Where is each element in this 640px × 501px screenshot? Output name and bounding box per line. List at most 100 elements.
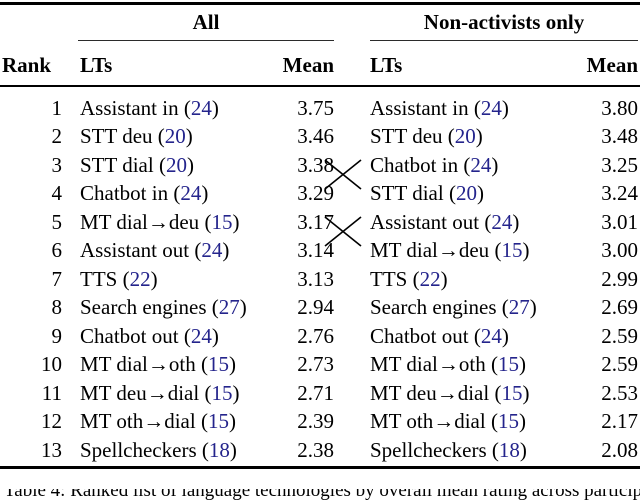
respondent-count: 24 (480, 95, 502, 120)
respondent-count: 24 (480, 323, 502, 348)
paren-close: ) (475, 124, 483, 148)
mean-value-all: 3.13 (297, 266, 334, 291)
paren-open: ( (501, 295, 509, 319)
table-bottom-rule (0, 466, 640, 469)
rank-value: 7 (51, 266, 63, 291)
rank-value: 2 (51, 124, 63, 148)
respondent-count: 22 (419, 266, 441, 291)
lt-label: MT dial→oth (80, 352, 201, 376)
lt-cell-all: MT dial→oth (15) (80, 350, 236, 379)
paren-close: ) (501, 95, 509, 120)
paren-open: ( (201, 437, 209, 462)
lt-label: Search engines (80, 295, 212, 319)
lt-cell-all: Assistant in (24) (80, 94, 219, 123)
lt-label: MT dial→deu (80, 209, 205, 234)
mean-value-non-activists: 2.17 (601, 409, 638, 433)
respondent-count: 24 (491, 209, 513, 234)
rank-value: 1 (51, 95, 63, 120)
lt-cell-non-activists: STT dial (20) (370, 179, 484, 208)
paren-close: ) (185, 124, 193, 148)
mean-value-non-activists: 2.08 (601, 437, 638, 462)
paren-open: ( (200, 409, 208, 433)
lt-label: TTS (80, 266, 123, 291)
lt-label: MT deu→dial (80, 380, 205, 405)
respondent-count: 20 (454, 124, 476, 148)
mean-value-all: 3.29 (297, 181, 334, 205)
lt-label: Spellcheckers (80, 437, 202, 462)
lt-cell-non-activists: Spellcheckers (18) (370, 436, 527, 465)
mean-value-non-activists: 3.00 (601, 238, 638, 262)
mean-value-all: 2.94 (297, 295, 334, 319)
rank-swap-crossing-icon (324, 158, 362, 190)
mean-value-all: 2.76 (297, 323, 334, 348)
table-row: 12 MT oth→dial (15) 2.39 MT oth→dial (15) 2.… (0, 407, 640, 436)
mean-value-non-activists: 2.59 (601, 352, 638, 376)
mean-value-non-activists: 2.59 (601, 323, 638, 348)
lt-label: Chatbot out (370, 323, 474, 348)
table-row: 9 Chatbot out (24) 2.76 Chatbot out (24) 2.5… (0, 322, 640, 351)
mean-value-all: 3.17 (297, 209, 334, 234)
rank-value: 6 (51, 238, 63, 262)
rank-value: 8 (51, 295, 63, 319)
table-row: 2 STT deu (20) 3.46 STT deu (20) 3.48 (0, 122, 640, 151)
rank-value: 10 (41, 352, 62, 376)
paren-close: ) (150, 266, 158, 291)
lt-label: Chatbot in (80, 181, 174, 205)
lt-label: Spellcheckers (370, 437, 492, 462)
table-row: 1 Assistant in (24) 3.75 Assistant in (24) 3… (0, 94, 640, 123)
respondent-count: 24 (180, 181, 202, 205)
mean-value-all: 3.14 (297, 238, 334, 262)
rank-value: 13 (41, 437, 62, 462)
paren-close: ) (491, 152, 499, 177)
respondent-count: 20 (164, 124, 186, 148)
lt-cell-non-activists: TTS (22) (370, 265, 448, 294)
respondent-count: 24 (190, 95, 212, 120)
lt-label: Chatbot in (370, 152, 464, 177)
lt-label: MT dial→oth (370, 352, 491, 376)
lt-label: MT oth→dial (80, 409, 201, 433)
paren-open: ( (200, 352, 208, 376)
lt-cell-all: TTS (22) (80, 265, 158, 294)
table-row: 3 STT dial (20) 3.38 Chatbot in (24) 3.25 (0, 151, 640, 180)
respondent-count: 22 (129, 266, 151, 291)
table-row: 7 TTS (22) 3.13 TTS (22) 2.99 (0, 265, 640, 294)
lt-label: Search engines (370, 295, 502, 319)
lt-label: STT deu (370, 124, 448, 148)
lt-label: Chatbot out (80, 323, 184, 348)
mean-value-non-activists: 3.48 (601, 124, 638, 148)
table-row: 6 Assistant out (24) 3.14 MT dial→deu (15) 3… (0, 236, 640, 265)
lt-cell-all: STT deu (20) (80, 122, 193, 151)
lt-label: STT deu (80, 124, 158, 148)
mean-value-non-activists: 3.24 (601, 181, 638, 205)
mean-value-all: 3.38 (297, 152, 334, 177)
rank-value: 11 (41, 380, 62, 405)
paren-open: ( (448, 181, 456, 205)
rank-swap-crossing-icon (324, 215, 362, 247)
lt-label: TTS (370, 266, 413, 291)
paren-open: ( (157, 124, 165, 148)
lt-label: Assistant out (80, 238, 195, 262)
paren-close: ) (476, 181, 484, 205)
paren-open: ( (183, 323, 191, 348)
table-row: 10 MT dial→oth (15) 2.73 MT dial→oth (15) 2.… (0, 350, 640, 379)
mean-value-non-activists: 2.69 (601, 295, 638, 319)
rank-value: 3 (51, 152, 63, 177)
rank-value: 4 (51, 181, 63, 205)
paren-open: ( (473, 95, 481, 120)
figure-caption: Table 4: Ranked list of language technol… (4, 489, 640, 501)
table-row: 8 Search engines (27) 2.94 Search engines (… (0, 293, 640, 322)
lt-cell-non-activists: MT oth→dial (15) (370, 407, 526, 436)
ranking-table-figure: All Non-activists only Rank LTs Mean LTs… (0, 0, 640, 501)
paren-close: ) (201, 181, 209, 205)
lt-cell-all: Assistant out (24) (80, 236, 229, 265)
mean-value-non-activists: 2.99 (601, 266, 638, 291)
lt-cell-non-activists: MT deu→dial (15) (370, 379, 529, 408)
table-body: 1 Assistant in (24) 3.75 Assistant in (24) 3… (0, 0, 640, 501)
paren-open: ( (490, 352, 498, 376)
respondent-count: 15 (497, 409, 519, 433)
respondent-count: 18 (498, 437, 520, 462)
lt-label: STT dial (80, 152, 159, 177)
rank-value: 9 (51, 323, 63, 348)
mean-value-all: 3.46 (297, 124, 334, 148)
mean-value-non-activists: 3.80 (601, 95, 638, 120)
